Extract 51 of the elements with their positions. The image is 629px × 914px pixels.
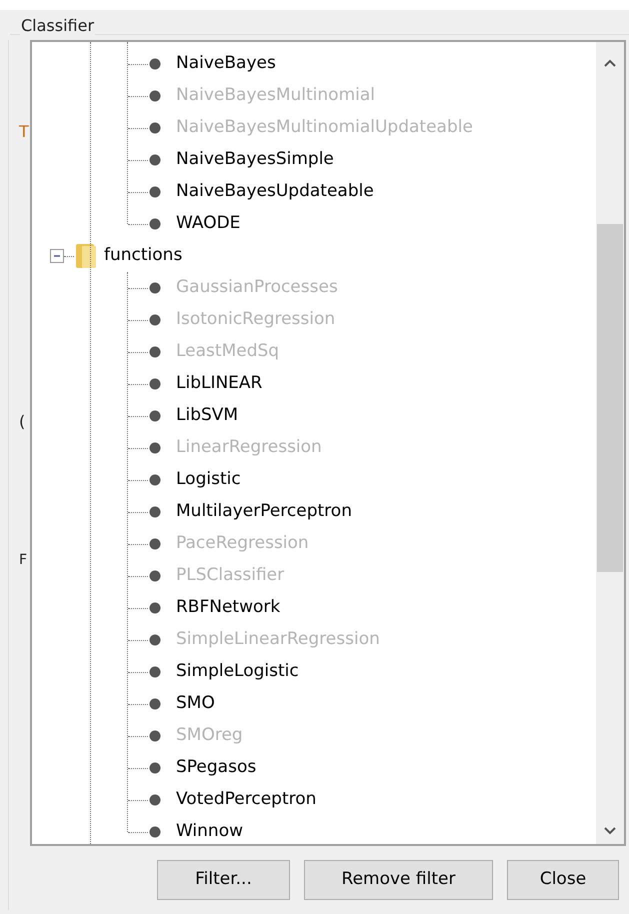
bullet-icon [148,793,162,807]
bullet-icon [148,569,162,583]
scrollbar[interactable] [596,42,624,844]
bullet-icon [148,633,162,647]
remove-filter-button[interactable]: Remove filter [304,860,493,900]
bullet-icon [148,153,162,167]
tree-item[interactable]: Logistic [176,467,241,493]
tree-item[interactable]: VotedPerceptron [176,787,316,813]
tree-item[interactable]: LibLINEAR [176,371,262,397]
tree-item[interactable]: NaiveBayesSimple [176,147,334,173]
bullet-icon [148,121,162,135]
close-button[interactable]: Close [507,860,619,900]
bullet-icon [148,377,162,391]
background-label: T [19,121,29,143]
tree-item[interactable]: SMO [176,691,215,717]
tree-item[interactable]: SPegasos [176,755,256,781]
folder-icon [74,242,98,270]
bullet-icon [148,697,162,711]
bullet-icon [148,665,162,679]
bullet-icon [148,313,162,327]
bullet-icon [148,761,162,775]
tree-item[interactable]: MultilayerPerceptron [176,499,352,525]
bullet-icon [148,89,162,103]
tree-item[interactable]: Winnow [176,819,244,844]
bullet-icon [148,185,162,199]
scroll-down-icon[interactable] [603,826,617,836]
tree-item[interactable]: SimpleLogistic [176,659,299,685]
bullet-icon [148,473,162,487]
background-label: F [19,551,28,570]
bullet-icon [148,729,162,743]
bullet-icon [148,409,162,423]
bullet-icon [148,601,162,615]
filter-button[interactable]: Filter... [157,860,290,900]
scroll-up-icon[interactable] [603,58,617,68]
tree-item[interactable]: NaiveBayesUpdateable [176,179,374,205]
bullet-icon [148,441,162,455]
background-label: ( [19,411,26,433]
bullet-icon [148,537,162,551]
tree-item[interactable]: NaiveBayes [176,51,276,77]
bullet-icon [148,505,162,519]
tree-item[interactable]: RBFNetwork [176,595,280,621]
bullet-icon [148,57,162,71]
tree-item[interactable]: WAODE [176,211,240,237]
bullet-icon [148,217,162,231]
tree-item[interactable]: LibSVM [176,403,238,429]
collapse-toggle[interactable] [50,249,64,263]
bullet-icon [148,345,162,359]
bullet-icon [148,281,162,295]
scroll-thumb[interactable] [597,224,623,572]
bullet-icon [148,825,162,839]
folder-label[interactable]: functions [104,243,182,269]
